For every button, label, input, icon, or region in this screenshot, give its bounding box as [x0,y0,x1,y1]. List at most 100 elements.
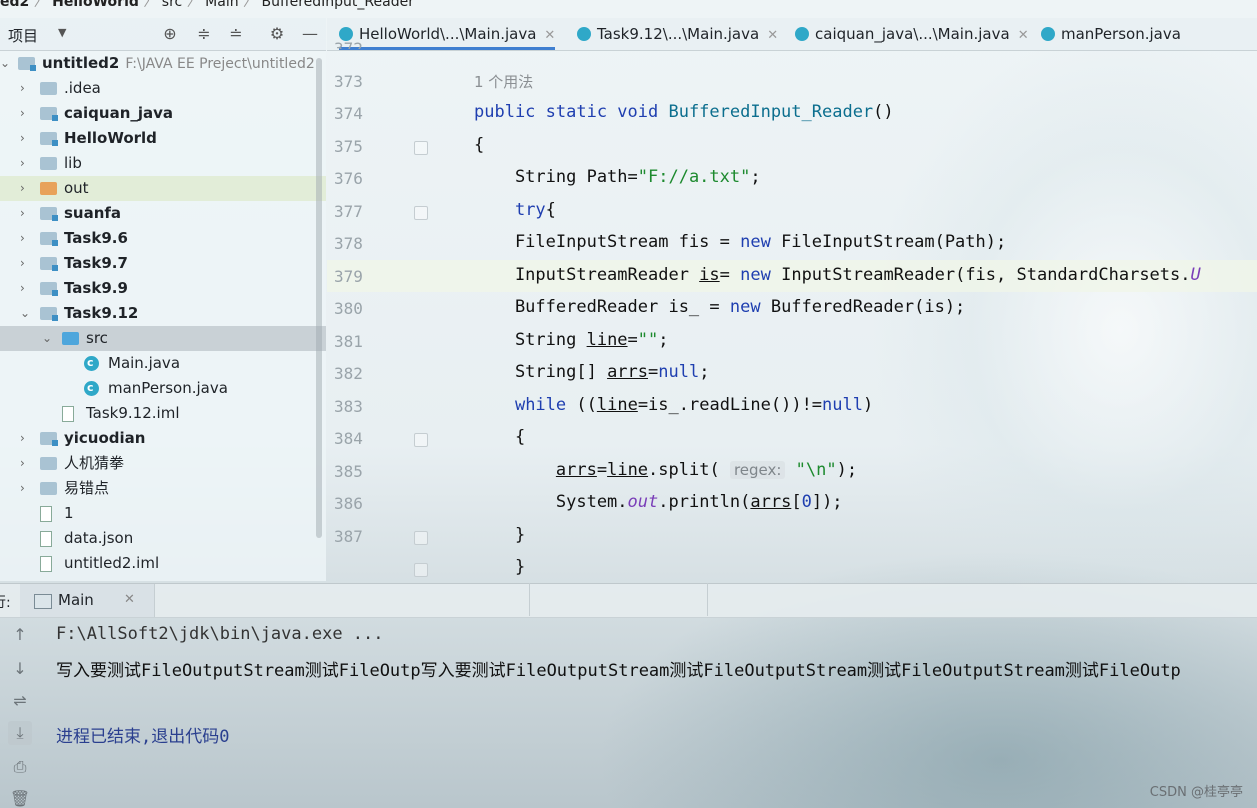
console-output[interactable]: ↑ ↓ ⇌ ⤓ ⎙ 🗑 F:\AllSoft2\jdk\bin\java.exe… [0,617,1257,808]
code-editor[interactable]: 1 个用法 public static void BufferedInput_R… [420,51,1257,583]
close-icon[interactable]: ✕ [124,592,135,607]
tree-item-text: Task9.6 [64,229,128,247]
tree-item[interactable]: › 易错点 [0,476,326,501]
breadcrumb-project[interactable]: ed2 [0,0,29,10]
chevron-right-icon[interactable]: › [20,451,32,476]
tree-item-text: untitled2 [42,54,120,72]
tree-item-label: src [86,326,108,351]
trash-icon[interactable]: 🗑 [8,787,32,808]
tab-manperson[interactable]: manPerson.java [1041,18,1181,50]
chevron-right-icon[interactable]: › [20,126,32,151]
folder-icon [40,157,57,170]
tree-item[interactable]: › yicuodian [0,426,326,451]
project-tree: ⌄ untitled2 F:\JAVA EE Preject\untitled2 ›.… [0,51,326,581]
breadcrumb-src[interactable]: src [162,0,182,10]
tree-item[interactable]: Task9.12.iml [0,401,326,426]
tree-item[interactable]: › out [0,176,326,201]
tree-item[interactable]: ⌄ untitled2 F:\JAVA EE Preject\untitled2 [0,51,326,76]
fold-marker-icon[interactable] [414,141,428,155]
tree-item-text: caiquan_java [64,104,174,122]
tree-item-text: Task9.12.iml [86,404,180,422]
close-icon[interactable]: ✕ [1018,28,1029,43]
tree-item[interactable]: › Task9.9 [0,276,326,301]
tree-item[interactable]: untitled2.iml [0,551,326,576]
arrow-down-icon[interactable]: ↓ [8,657,32,681]
tree-item[interactable]: 1 [0,501,326,526]
file-icon [40,556,52,572]
watermark: CSDN @桂亭亭 [1149,785,1243,800]
fold-marker-icon[interactable] [414,206,428,220]
tree-item[interactable]: › Task9.7 [0,251,326,276]
console-output-line: 写入要测试FileOutputStream测试FileOutp写入要测试File… [56,661,1181,681]
soft-wrap-icon[interactable]: ⇌ [8,689,32,713]
close-icon[interactable]: ✕ [544,28,555,43]
breadcrumb-main[interactable]: Main [205,0,238,10]
tab-task912-main[interactable]: Task9.12\...\Main.java ✕ [577,18,778,50]
chevron-down-icon[interactable]: ⌄ [42,326,54,351]
fold-marker-icon[interactable] [414,563,428,577]
tree-item[interactable]: › suanfa [0,201,326,226]
print-icon[interactable]: ⎙ [8,755,32,779]
line-number: 377 [334,201,363,221]
close-icon[interactable]: ✕ [767,28,778,43]
breadcrumb-helloworld[interactable]: HelloWorld [52,0,139,10]
usage-hint[interactable]: 1 个用法 [474,71,533,92]
breadcrumb-method[interactable]: BufferedInput_Reader [261,0,413,10]
tree-item-text: untitled2.iml [64,554,160,572]
tree-item-text: manPerson.java [108,379,228,397]
scroll-to-end-icon[interactable]: ⤓ [8,721,32,745]
chevron-right-icon[interactable]: › [20,226,32,251]
chevron-right-icon[interactable]: › [20,201,32,226]
tab-label: HelloWorld\...\Main.java [359,25,537,43]
hide-icon[interactable]: — [300,24,320,44]
tab-caiquan-main[interactable]: caiquan_java\...\Main.java ✕ [795,18,1029,50]
tree-item[interactable]: › caiquan_java [0,101,326,126]
module-folder-icon [18,57,36,71]
tree-scrollbar[interactable] [316,58,322,538]
tree-item[interactable]: Main.java [0,350,326,376]
expand-all-icon[interactable]: ≑ [194,24,214,44]
tree-item[interactable]: › Task9.6 [0,226,326,251]
fold-marker-icon[interactable] [414,531,428,545]
arrow-up-icon[interactable]: ↑ [8,623,32,647]
tree-item-label: Task9.7 [64,251,128,276]
module-folder-icon [40,132,58,146]
chevron-down-icon[interactable]: ⌄ [0,51,12,76]
chevron-right-icon[interactable]: › [20,176,32,201]
tree-item-label: Task9.12 [64,301,138,326]
chevron-down-icon[interactable]: ⌄ [20,301,32,326]
chevron-right-icon[interactable]: › [20,151,32,176]
chevron-right-icon[interactable]: › [20,251,32,276]
collapse-all-icon[interactable]: ≐ [226,24,246,44]
chevron-right-icon[interactable]: › [20,101,32,126]
chevron-right-icon[interactable]: › [20,76,32,101]
divider [529,583,530,616]
folder-icon [40,482,57,495]
java-class-icon [577,27,591,41]
tree-item[interactable]: data.json [0,526,326,551]
chevron-right-icon[interactable]: › [20,476,32,501]
tree-item[interactable]: › HelloWorld [0,126,326,151]
locate-icon[interactable]: ⊕ [160,24,180,44]
editor-tabs: HelloWorld\...\Main.java ✕ Task9.12\...\M… [327,18,1257,51]
source-folder-icon [62,332,79,345]
tree-item[interactable]: › lib [0,151,326,176]
run-tab-label: Main [58,591,94,609]
tree-item-label: Task9.9 [64,276,128,301]
tree-item[interactable]: ⌄ Task9.12 [0,301,326,326]
java-class-icon [84,375,99,400]
gear-icon[interactable]: ⚙ [267,24,287,44]
tree-item[interactable]: › 人机猜拳 [0,451,326,476]
chevron-down-icon[interactable]: ▼ [58,26,66,39]
line-number: 378 [334,234,363,253]
chevron-right-icon[interactable]: › [20,426,32,451]
run-tab-main[interactable]: Main ✕ [20,584,155,617]
code-line: { [474,135,485,155]
tree-item[interactable]: ⌄ src [0,326,326,351]
tree-item[interactable]: › .idea [0,76,326,101]
tree-item[interactable]: manPerson.java [0,375,326,401]
project-panel-title[interactable]: 项目 [8,25,38,46]
chevron-right-icon[interactable]: › [20,276,32,301]
fold-marker-icon[interactable] [414,433,428,447]
tree-item-label: yicuodian [64,426,145,451]
